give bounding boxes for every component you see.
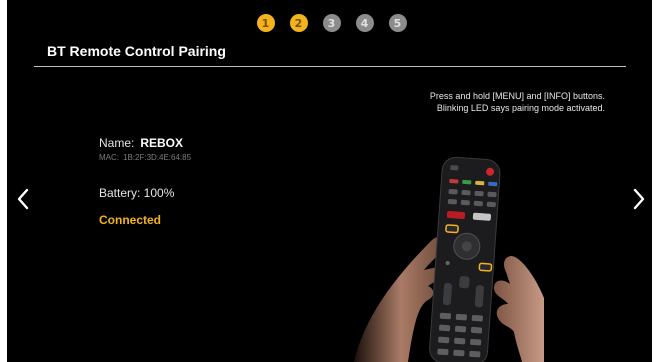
- page-title: BT Remote Control Pairing: [47, 43, 226, 59]
- instruction-line-2: Blinking LED says pairing mode activated…: [436, 103, 605, 113]
- remote-body: [429, 156, 501, 362]
- device-mac-value: 1B:2F:3D:4E:64:85: [123, 153, 192, 162]
- pairing-instructions: Press and hold [MENU] and [INFO] buttons…: [345, 90, 605, 114]
- device-mac-label: MAC:: [99, 153, 119, 162]
- device-name-label: Name:: [99, 136, 135, 150]
- device-name-row: Name: REBOX: [99, 136, 191, 150]
- step-1: 1: [256, 14, 275, 32]
- device-name-value: REBOX: [140, 136, 184, 150]
- connection-status: Connected: [99, 213, 162, 227]
- chevron-left-icon: [17, 188, 29, 210]
- device-mac-row: MAC: 1B:2F:3D:4E:64:85: [99, 153, 191, 162]
- battery-status: Battery: 100%: [99, 186, 175, 200]
- step-5: 5: [388, 14, 407, 32]
- right-hand: [494, 256, 544, 362]
- remote-control-illustration: [354, 156, 544, 362]
- instruction-line-1: Press and hold [MENU] and [INFO] buttons…: [429, 91, 605, 101]
- next-step-button[interactable]: [631, 184, 647, 214]
- previous-step-button[interactable]: [15, 184, 31, 214]
- step-4: 4: [355, 14, 374, 32]
- header-divider: [34, 66, 626, 67]
- step-2: 2: [289, 14, 308, 32]
- step-indicator: 1 2 3 4 5: [7, 14, 652, 32]
- chevron-right-icon: [633, 188, 645, 210]
- device-info: Name: REBOX MAC: 1B:2F:3D:4E:64:85 Battery…: [99, 136, 191, 227]
- pairing-screen: 1 2 3 4 5 BT Remote Control Pairing Pres…: [7, 0, 652, 362]
- step-3: 3: [322, 14, 341, 32]
